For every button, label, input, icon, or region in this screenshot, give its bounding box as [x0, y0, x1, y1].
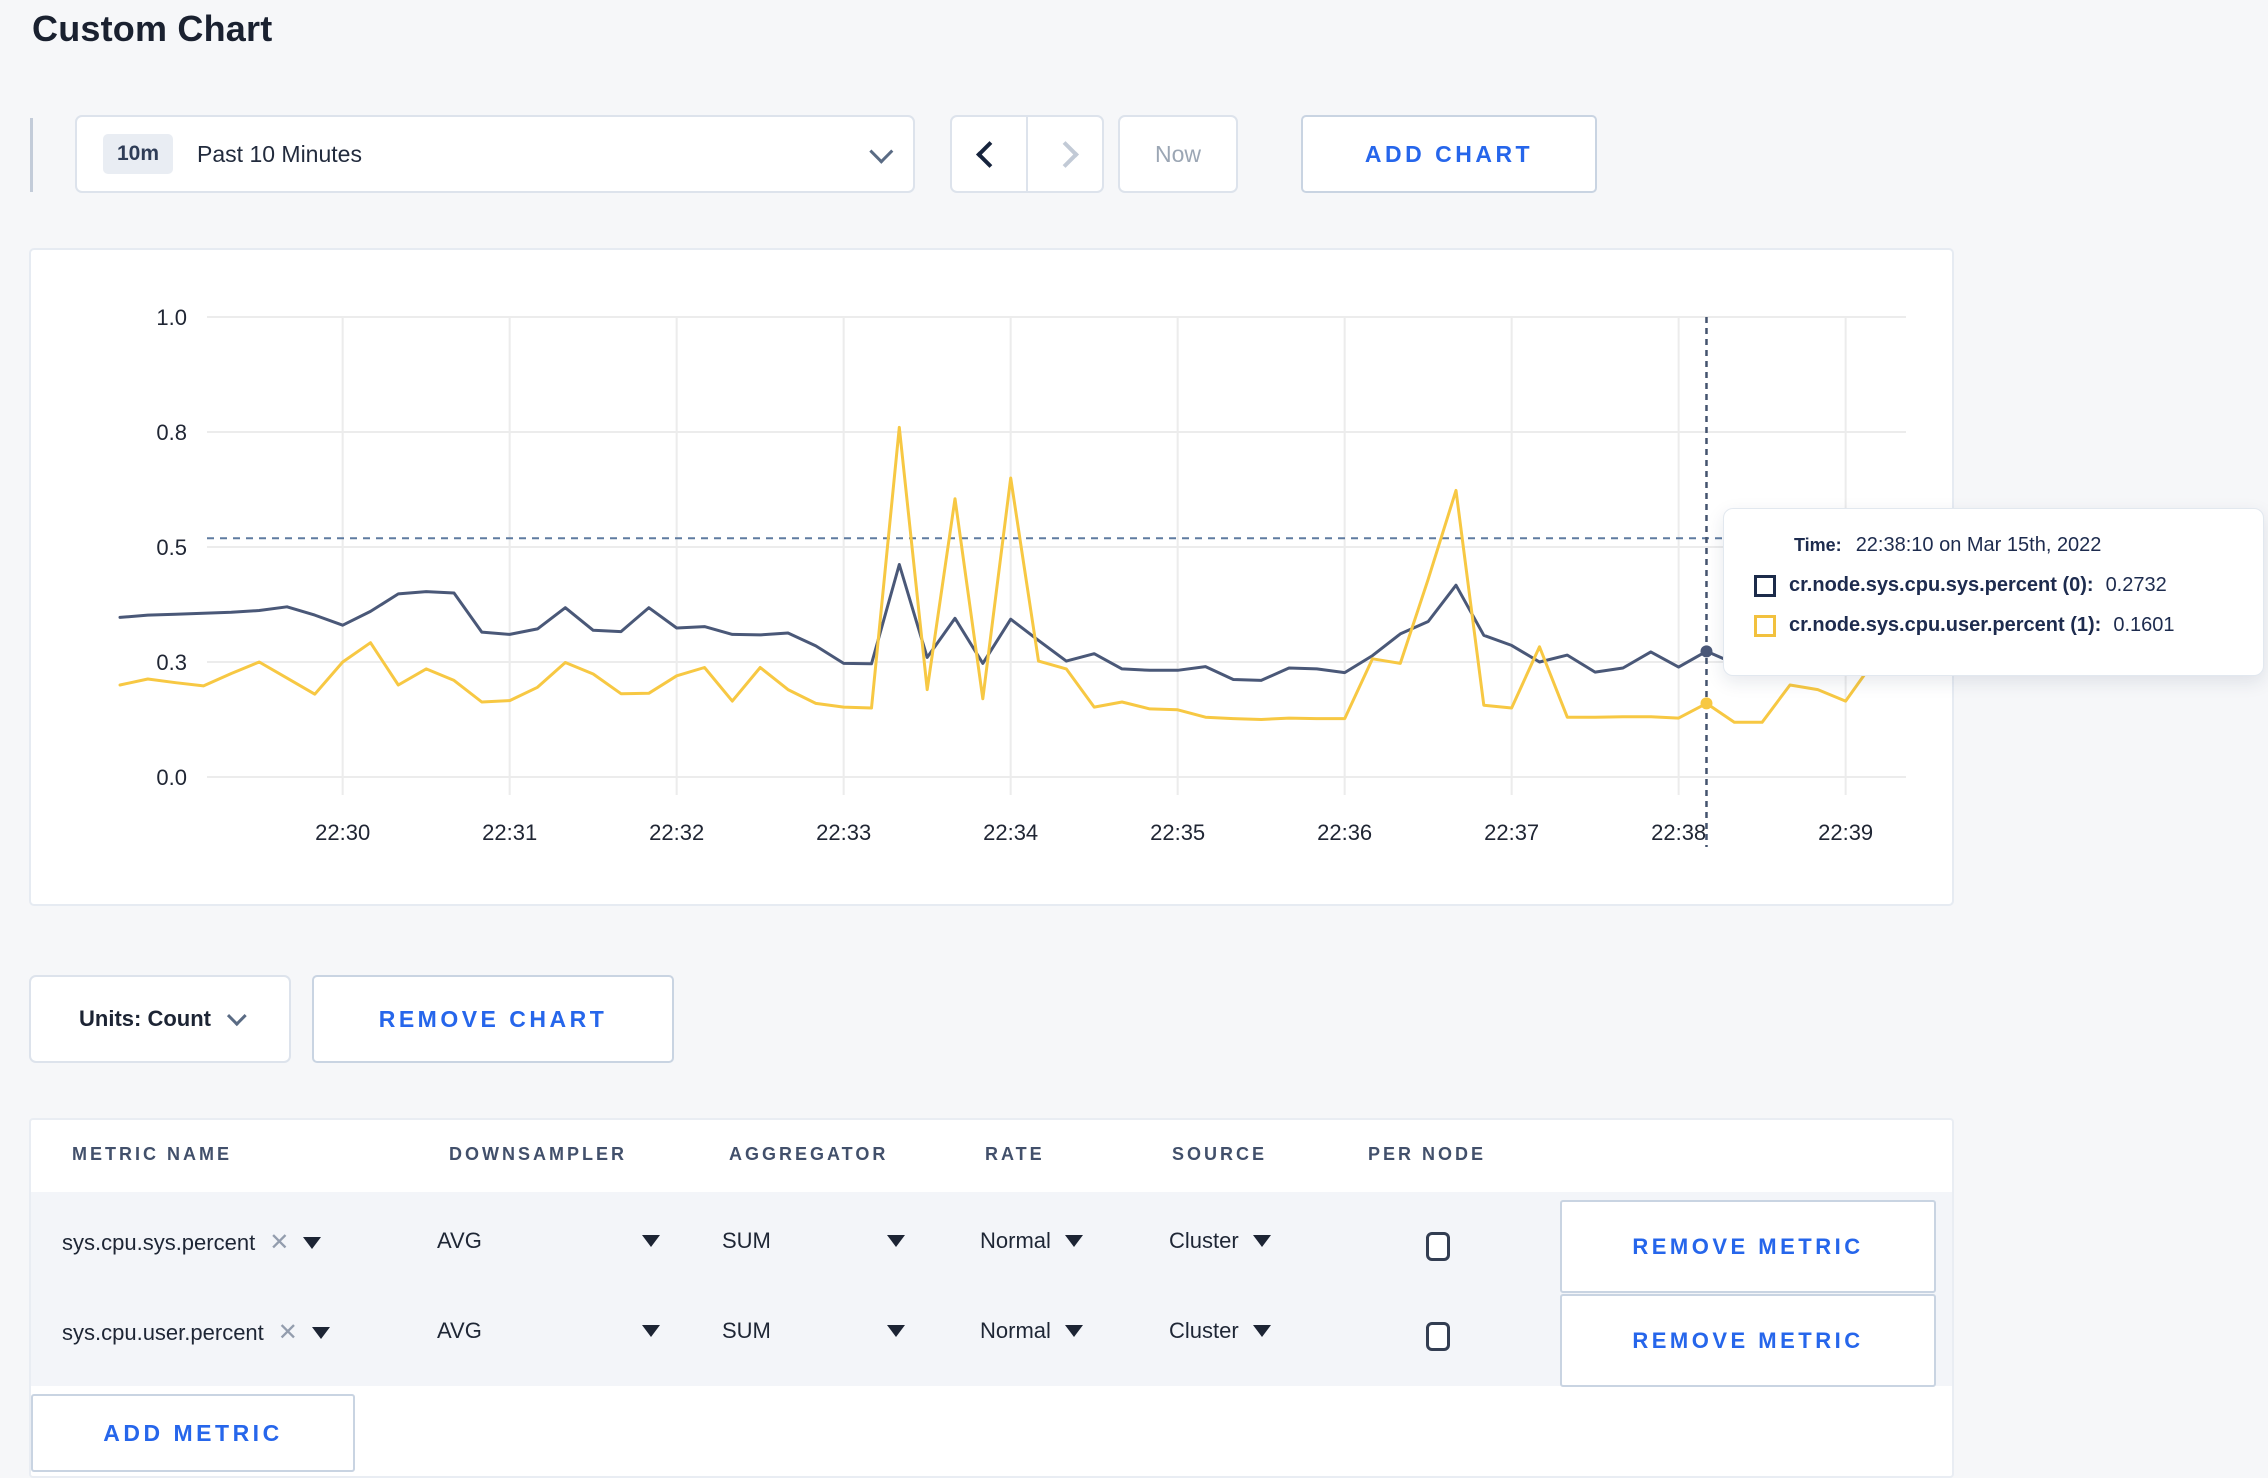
chart-canvas[interactable]: 0.0 0.3 0.5 0.8 1.0 22:30 22:31 22:32 22:33 22:34… [31, 250, 1952, 904]
clear-metric-icon[interactable]: ✕ [278, 1318, 298, 1347]
metric-name-value: sys.cpu.user.percent [62, 1319, 264, 1345]
tooltip-time-label: Time: [1794, 535, 1842, 555]
user-series-swatch-icon [1754, 614, 1776, 637]
add-chart-button[interactable]: ADD CHART [1301, 115, 1597, 193]
metric-name-dropdown[interactable]: sys.cpu.user.percent ✕ [62, 1318, 330, 1347]
aggregator-value: SUM [722, 1318, 771, 1343]
tooltip-series-row: cr.node.sys.cpu.user.percent (1): 0.1601 [1754, 614, 2263, 637]
svg-text:22:32: 22:32 [649, 820, 704, 845]
aggregator-dropdown[interactable]: SUM [722, 1228, 905, 1254]
dropdown-caret-icon [641, 1325, 660, 1337]
page-title: Custom Chart [32, 8, 273, 49]
svg-text:0.3: 0.3 [156, 650, 187, 675]
per-node-checkbox[interactable] [1426, 1232, 1450, 1261]
rate-dropdown[interactable]: Normal [980, 1228, 1083, 1254]
tooltip-series-value: 0.1601 [2113, 614, 2175, 636]
chart-tooltip: Time: 22:38:10 on Mar 15th, 2022 cr.node.… [1723, 508, 2264, 676]
dropdown-caret-icon [886, 1325, 905, 1337]
rate-value: Normal [980, 1228, 1051, 1253]
downsampler-dropdown[interactable]: AVG [437, 1228, 660, 1254]
svg-text:0.0: 0.0 [156, 765, 187, 790]
dropdown-caret-icon [1252, 1235, 1271, 1247]
dropdown-caret-icon [311, 1326, 330, 1339]
remove-metric-button[interactable]: REMOVE METRIC [1560, 1200, 1936, 1293]
svg-text:22:35: 22:35 [1150, 820, 1205, 845]
tooltip-series-label: cr.node.sys.cpu.user.percent (1): [1789, 614, 2102, 636]
rate-value: Normal [980, 1318, 1051, 1343]
aggregator-dropdown[interactable]: SUM [722, 1318, 905, 1344]
time-range-select[interactable]: 10m Past 10 Minutes [75, 115, 915, 193]
svg-text:22:36: 22:36 [1317, 820, 1372, 845]
svg-text:1.0: 1.0 [156, 305, 187, 330]
downsampler-value: AVG [437, 1228, 482, 1253]
chevron-down-icon [226, 1006, 247, 1027]
next-interval-button[interactable] [1028, 117, 1102, 191]
add-metric-button[interactable]: ADD METRIC [31, 1394, 355, 1472]
svg-text:22:37: 22:37 [1484, 820, 1539, 845]
col-source: SOURCE [1172, 1144, 1268, 1164]
time-window-badge: 10m [103, 134, 174, 174]
tooltip-series-label: cr.node.sys.cpu.sys.percent (0): [1789, 574, 2094, 596]
per-node-checkbox[interactable] [1426, 1322, 1450, 1351]
chevron-left-icon [975, 140, 1003, 168]
source-dropdown[interactable]: Cluster [1169, 1318, 1271, 1344]
col-per-node: PER NODE [1368, 1144, 1487, 1164]
source-dropdown[interactable]: Cluster [1169, 1228, 1271, 1254]
col-metric-name: METRIC NAME [72, 1144, 232, 1164]
chevron-down-icon [869, 139, 894, 164]
dropdown-caret-icon [1064, 1235, 1083, 1247]
source-value: Cluster [1169, 1228, 1239, 1253]
svg-text:0.8: 0.8 [156, 420, 187, 445]
dropdown-caret-icon [1252, 1325, 1271, 1337]
units-select[interactable]: Units: Count [29, 975, 291, 1063]
tooltip-time-row: Time: 22:38:10 on Mar 15th, 2022 [1794, 534, 2263, 557]
tooltip-time-value: 22:38:10 on Mar 15th, 2022 [1855, 534, 2102, 556]
metrics-table: METRIC NAME DOWNSAMPLER AGGREGATOR RATE … [29, 1118, 1954, 1478]
clear-metric-icon[interactable]: ✕ [269, 1228, 289, 1257]
custom-chart-page: Custom Chart 10m Past 10 Minutes Now ADD… [0, 0, 2268, 1478]
metric-name-dropdown[interactable]: sys.cpu.sys.percent ✕ [62, 1228, 322, 1257]
svg-text:22:30: 22:30 [315, 820, 370, 845]
col-rate: RATE [985, 1144, 1045, 1164]
time-pager [950, 115, 1104, 193]
units-label: Units: Count [79, 1006, 211, 1031]
dropdown-caret-icon [1064, 1325, 1083, 1337]
source-value: Cluster [1169, 1318, 1239, 1343]
dropdown-caret-icon [641, 1235, 660, 1247]
prev-interval-button[interactable] [952, 117, 1028, 191]
metrics-table-header: METRIC NAME DOWNSAMPLER AGGREGATOR RATE … [31, 1120, 1952, 1192]
aggregator-value: SUM [722, 1228, 771, 1253]
chevron-right-icon [1051, 140, 1079, 168]
tooltip-series-value: 0.2732 [2105, 574, 2167, 596]
svg-text:22:39: 22:39 [1818, 820, 1873, 845]
rate-dropdown[interactable]: Normal [980, 1318, 1083, 1344]
svg-text:0.5: 0.5 [156, 535, 187, 560]
remove-chart-button[interactable]: REMOVE CHART [312, 975, 674, 1063]
col-downsampler: DOWNSAMPLER [449, 1144, 627, 1164]
dropdown-caret-icon [886, 1235, 905, 1247]
tooltip-series-row: cr.node.sys.cpu.sys.percent (0): 0.2732 [1754, 574, 2263, 597]
chart-card: 0.0 0.3 0.5 0.8 1.0 22:30 22:31 22:32 22:33 22:34… [29, 248, 1954, 906]
metric-name-value: sys.cpu.sys.percent [62, 1229, 256, 1255]
svg-text:22:33: 22:33 [816, 820, 871, 845]
now-button[interactable]: Now [1118, 115, 1238, 193]
downsampler-value: AVG [437, 1318, 482, 1343]
downsampler-dropdown[interactable]: AVG [437, 1318, 660, 1344]
svg-text:22:38: 22:38 [1651, 820, 1706, 845]
time-window-label: Past 10 Minutes [197, 140, 362, 167]
toolbar-divider [30, 118, 33, 192]
remove-metric-button[interactable]: REMOVE METRIC [1560, 1294, 1936, 1387]
sys-series-swatch-icon [1754, 574, 1776, 597]
svg-text:22:31: 22:31 [482, 820, 537, 845]
col-aggregator: AGGREGATOR [729, 1144, 889, 1164]
dropdown-caret-icon [303, 1236, 322, 1249]
svg-text:22:34: 22:34 [983, 820, 1038, 845]
